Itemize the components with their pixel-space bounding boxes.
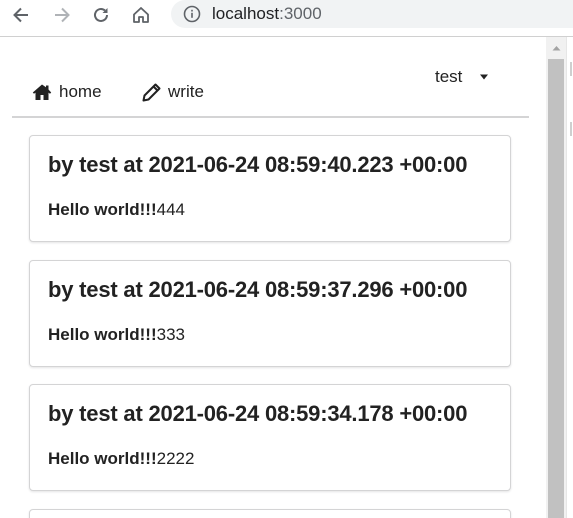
scroll-up-button[interactable] — [546, 41, 566, 55]
post-title: by test at 2021-06-24 08:59:34.178 +00:0… — [48, 401, 468, 426]
browser-home-button[interactable] — [126, 2, 156, 28]
post-title: by test at 2021-06-24 08:59:40.223 +00:0… — [48, 152, 468, 177]
post-body-text: 333 — [156, 325, 185, 344]
address-bar[interactable]: localhost:3000 — [171, 0, 573, 28]
edge-mark — [570, 62, 572, 76]
post-card-partial — [29, 509, 511, 518]
vertical-scrollbar[interactable] — [546, 37, 566, 518]
url-text: localhost:3000 — [212, 3, 322, 25]
browser-toolbar: localhost:3000 — [0, 0, 573, 36]
post-body: Hello world!!!444 — [48, 200, 185, 220]
reload-button[interactable] — [86, 2, 116, 28]
user-dropdown[interactable]: test — [435, 65, 489, 89]
forward-icon — [55, 7, 70, 23]
post-body-bold: Hello world!!! — [48, 200, 157, 219]
nav-home-label: home — [59, 82, 102, 101]
url-port: :3000 — [279, 4, 322, 23]
page-content: home write test by test at 2021-06-24 08… — [0, 37, 546, 518]
info-icon[interactable] — [183, 5, 201, 23]
post-body-text: 444 — [156, 200, 185, 219]
back-icon — [13, 7, 28, 23]
window-edge — [566, 37, 573, 518]
post-title: by test at 2021-06-24 08:59:37.296 +00:0… — [48, 277, 468, 302]
scroll-up-arrow-icon — [552, 46, 560, 51]
home-icon — [32, 84, 52, 100]
scrollbar-thumb[interactable] — [548, 59, 564, 518]
pencil-icon — [142, 83, 161, 101]
edge-mark — [570, 122, 572, 136]
caret-down-icon — [480, 74, 489, 80]
post-body: Hello world!!!333 — [48, 325, 185, 345]
post-body-bold: Hello world!!! — [48, 449, 157, 468]
nav-write-label: write — [168, 82, 204, 101]
top-menu: home write test — [12, 37, 529, 118]
post-body: Hello world!!!2222 — [48, 449, 194, 469]
reload-icon — [94, 7, 108, 22]
user-dropdown-label: test — [435, 67, 463, 86]
post-card: by test at 2021-06-24 08:59:34.178 +00:0… — [29, 384, 511, 491]
nav-write-link[interactable]: write — [142, 80, 204, 104]
nav-home-link[interactable]: home — [32, 80, 102, 104]
post-card: by test at 2021-06-24 08:59:37.296 +00:0… — [29, 260, 511, 367]
url-host: localhost — [212, 4, 280, 23]
home-icon — [133, 7, 149, 23]
post-body-bold: Hello world!!! — [48, 325, 157, 344]
post-body-text: 2222 — [156, 449, 195, 468]
post-card: by test at 2021-06-24 08:59:40.223 +00:0… — [29, 135, 511, 242]
forward-button[interactable] — [47, 2, 77, 28]
back-button[interactable] — [6, 2, 36, 28]
